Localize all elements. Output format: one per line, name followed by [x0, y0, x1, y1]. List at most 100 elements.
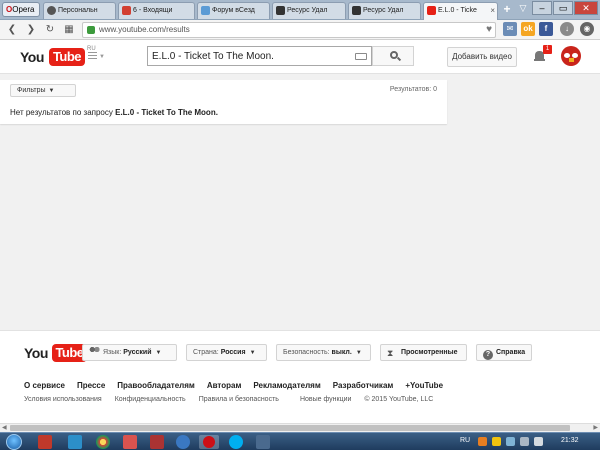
opera-icon [203, 436, 215, 448]
taskbar-app-icon[interactable] [256, 435, 270, 449]
close-tab-icon[interactable]: × [490, 3, 495, 18]
country-label: Страна: [193, 349, 221, 356]
taskbar-app-icon[interactable] [176, 435, 190, 449]
skype-icon[interactable] [229, 435, 243, 449]
horizontal-scrollbar[interactable]: ◀ ▶ [0, 423, 600, 432]
tray-language[interactable]: RU [460, 437, 470, 444]
language-label: Язык: [103, 349, 124, 356]
odnoklassniki-icon[interactable]: ok [521, 22, 535, 36]
footer-link-policy-safety[interactable]: Правила и безопасность [199, 396, 279, 403]
no-results-prefix: Нет результатов по запросу [10, 108, 116, 117]
network-icon[interactable] [520, 437, 529, 446]
tab-label: Ресурс Удал [287, 7, 328, 14]
no-results-message: Нет результатов по запросу E.L.0 - Ticke… [10, 108, 218, 117]
youtube-icon [427, 6, 436, 15]
facebook-icon[interactable]: f [539, 22, 553, 36]
speed-dial-icon[interactable]: ▦ [62, 23, 76, 37]
footer-link-creators[interactable]: Авторам [207, 381, 242, 390]
url-field[interactable]: www.youtube.com/results ♥ [82, 22, 496, 38]
taskbar-app-icon[interactable] [150, 435, 164, 449]
footer-link-about[interactable]: О сервисе [24, 381, 65, 390]
url-text: www.youtube.com/results [99, 25, 190, 34]
close-window-button[interactable]: ✕ [574, 1, 598, 15]
resource-icon [276, 6, 285, 15]
tab-6-active[interactable]: E.L.0 - Ticke × [423, 2, 498, 20]
chevron-down-icon: ▼ [155, 350, 162, 356]
footer-link-new-features[interactable]: Новые функции [300, 396, 351, 403]
people-icon [89, 346, 100, 356]
guide-menu-icon[interactable]: ▼ [88, 52, 105, 64]
tab-2[interactable]: 6 - Входящи [118, 2, 195, 19]
footer-link-terms[interactable]: Условия использования [24, 396, 102, 403]
chevron-down-icon: ▼ [249, 350, 256, 356]
download-icon[interactable]: ↓ [560, 22, 574, 36]
taskbar-app-icon[interactable] [68, 435, 82, 449]
help-label: Справка [496, 349, 526, 356]
notification-badge: 1 [543, 45, 552, 54]
safety-mode-button[interactable]: Безопасность: выкл. ▼ [276, 344, 371, 361]
tray-app-icon[interactable] [478, 437, 487, 446]
scrollbar-thumb[interactable] [10, 425, 570, 431]
logo-tube-text: Tube [49, 48, 85, 66]
filters-label: Фильтры [17, 87, 46, 94]
language-picker-button[interactable]: Язык: Русский ▼ [82, 344, 177, 361]
footer-link-privacy[interactable]: Конфиденциальность [115, 396, 186, 403]
footer-link-developers[interactable]: Разработчикам [333, 381, 394, 390]
filters-button[interactable]: Фильтры ▼ [10, 84, 76, 97]
tab-5[interactable]: Ресурс Удал [348, 2, 421, 19]
turbo-icon[interactable]: ◉ [580, 22, 594, 36]
forward-arrow-icon[interactable]: ❯ [24, 23, 38, 37]
search-input[interactable] [147, 46, 372, 66]
keyboard-icon[interactable] [355, 53, 367, 60]
bookmark-heart-icon[interactable]: ♥ [486, 24, 492, 35]
country-picker-button[interactable]: Страна: Россия ▼ [186, 344, 267, 361]
volume-icon[interactable] [534, 437, 543, 446]
tab-label: Ресурс Удал [363, 7, 404, 14]
tab-label: E.L.0 - Ticke [438, 7, 477, 14]
new-tab-button[interactable]: + [500, 2, 514, 17]
tab-label: 6 - Входящи [133, 7, 173, 14]
opera-menu-button[interactable]: OOpera [2, 2, 40, 17]
search-results-panel: Фильтры ▼ Результатов: 0 Нет результатов … [0, 80, 447, 124]
chevron-down-icon: ▼ [48, 88, 55, 94]
upload-video-button[interactable]: Добавить видео [447, 47, 517, 67]
tray-app-icon[interactable] [506, 437, 515, 446]
yandex-icon[interactable] [123, 435, 137, 449]
minimize-button[interactable]: – [532, 1, 552, 15]
history-label: Просмотренные [401, 349, 458, 356]
language-value: Русский [123, 349, 152, 356]
history-button[interactable]: ⧗ Просмотренные [380, 344, 467, 361]
chrome-icon[interactable] [96, 435, 110, 449]
tab-3[interactable]: Форум вСезд [197, 2, 270, 19]
footer-copyright: © 2015 YouTube, LLC [364, 396, 434, 403]
country-value: Россия [220, 349, 246, 356]
opera-taskbar-button[interactable] [199, 435, 219, 449]
footer-link-copyright[interactable]: Правообладателям [117, 381, 195, 390]
tab-1[interactable]: Персональн [43, 2, 116, 19]
search-button[interactable] [372, 46, 414, 66]
results-count: Результатов: 0 [389, 86, 437, 93]
tab-4[interactable]: Ресурс Удал [272, 2, 346, 19]
maximize-button[interactable]: ▭ [553, 1, 573, 15]
avatar[interactable] [561, 46, 581, 66]
reload-icon[interactable]: ↻ [43, 23, 57, 37]
footer-link-plus-youtube[interactable]: +YouTube [405, 381, 443, 390]
play-icon [47, 6, 56, 15]
tab-label: Форум вСезд [212, 7, 255, 14]
logo-you-text: You [20, 49, 44, 65]
taskbar-clock[interactable]: 21:32 [561, 437, 579, 444]
scroll-left-icon[interactable]: ◀ [2, 424, 7, 432]
tab-menu-icon[interactable]: ▽ [516, 3, 530, 17]
mail-extension-icon[interactable]: ✉ [503, 22, 517, 36]
taskbar-app-icon[interactable] [38, 435, 52, 449]
scroll-right-icon[interactable]: ▶ [593, 424, 598, 432]
youtube-footer: You Tube Язык: Русский ▼ Страна: Россия ▼ … [0, 330, 600, 423]
windows-taskbar: RU 21:32 [0, 432, 600, 450]
help-button[interactable]: ? Справка [476, 344, 532, 361]
footer-link-press[interactable]: Прессе [77, 381, 105, 390]
footer-link-advertise[interactable]: Рекламодателям [253, 381, 320, 390]
browser-tab-strip: OOpera Персональн 6 - Входящи Форум вСез… [0, 0, 600, 20]
windows-start-button[interactable] [6, 434, 22, 450]
back-arrow-icon[interactable]: ❮ [5, 23, 19, 37]
tray-app-icon[interactable] [492, 437, 501, 446]
